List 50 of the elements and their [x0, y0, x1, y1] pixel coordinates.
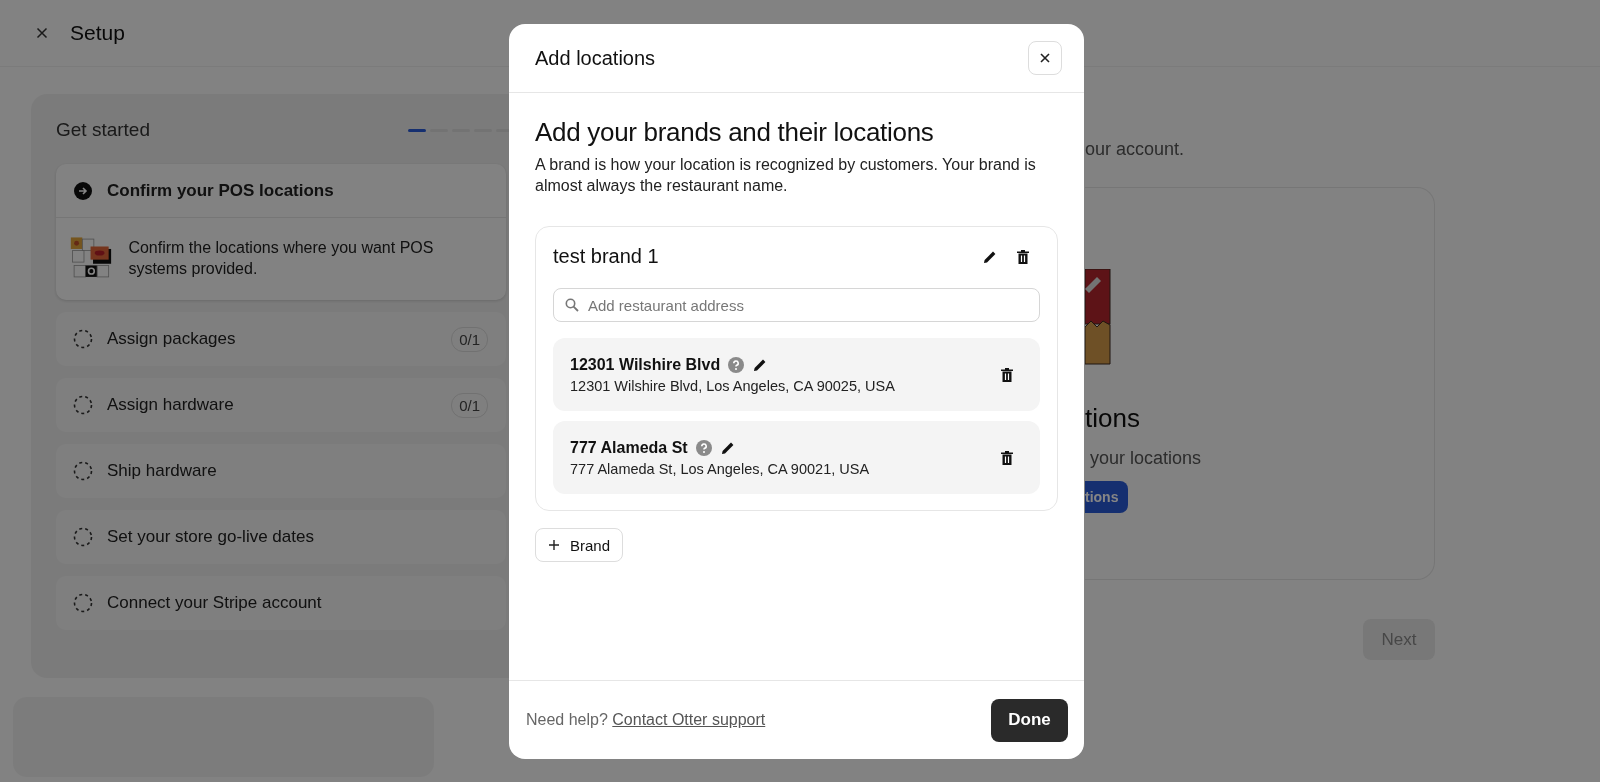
step-label: Connect your Stripe account [107, 593, 323, 613]
step-item[interactable]: Ship hardware [56, 444, 506, 498]
card-text: your locations [1090, 448, 1203, 469]
search-icon [565, 298, 579, 312]
modal-description: A brand is how your location is recognized by customers. Your brand is almost always the restaurant name. [535, 155, 1037, 196]
step-item[interactable]: Assign hardware 0/1 [56, 378, 506, 432]
trash-icon[interactable] [1000, 449, 1014, 466]
page-title: Setup [70, 21, 125, 45]
checklist-title: Get started [56, 119, 150, 141]
dashed-circle-icon [73, 461, 93, 481]
step-label: Assign hardware [107, 395, 235, 415]
step-label: Set your store go-live dates [107, 527, 315, 547]
step-label: Ship hardware [107, 461, 218, 481]
location-address: 777 Alameda St, Los Angeles, CA 90021, USA [570, 460, 871, 477]
close-icon[interactable] [36, 27, 48, 39]
step-item[interactable]: Set your store go-live dates [56, 510, 506, 564]
search-field[interactable]: Add restaurant address [553, 288, 1040, 322]
dashed-circle-icon [73, 527, 93, 547]
location-address: 12301 Wilshire Blvd, Los Angeles, CA 90025, USA [570, 377, 896, 394]
plus-icon [548, 539, 560, 551]
location-name: 777 Alameda St [570, 438, 688, 457]
help-text: Need help? Contact Otter support [526, 711, 766, 729]
modal-title: Add locations [535, 46, 656, 70]
dashed-circle-icon [73, 395, 93, 415]
trash-icon[interactable] [1016, 248, 1030, 265]
trash-icon[interactable] [1000, 366, 1014, 383]
close-icon [1039, 52, 1051, 64]
step-count: 0/1 [451, 326, 488, 352]
step-description: Confirm the locations where you want POS systems provided. [128, 238, 435, 279]
support-link[interactable]: Contact Otter support [612, 711, 766, 728]
done-button[interactable]: Done [991, 698, 1068, 742]
help-icon[interactable] [695, 439, 712, 456]
dashed-circle-icon [73, 593, 93, 613]
dashed-circle-icon [73, 329, 93, 349]
page-subtitle: our account. [1085, 139, 1186, 161]
help-icon[interactable] [728, 356, 745, 373]
card-title: tions [1085, 403, 1141, 434]
step-card[interactable]: Confirm your POS locations Confirm the locations where you want POS systems provided. [56, 164, 506, 300]
modal-heading: Add your brands and their locations [535, 117, 935, 148]
close-button[interactable] [1028, 41, 1062, 75]
step-item[interactable]: Assign packages 0/1 [56, 312, 506, 366]
add-brand-button[interactable]: Brand [535, 528, 624, 562]
arrow-circle-icon [73, 180, 93, 201]
step-count: 0/1 [451, 392, 488, 418]
step-item[interactable]: Connect your Stripe account [56, 576, 506, 630]
location-name: 12301 Wilshire Blvd [570, 355, 721, 374]
brand-name: test brand 1 [553, 245, 660, 268]
step-label: Assign packages [107, 329, 237, 349]
step-label: Confirm your POS locations [107, 180, 335, 201]
add-locations-button[interactable]: tions [1085, 481, 1129, 513]
